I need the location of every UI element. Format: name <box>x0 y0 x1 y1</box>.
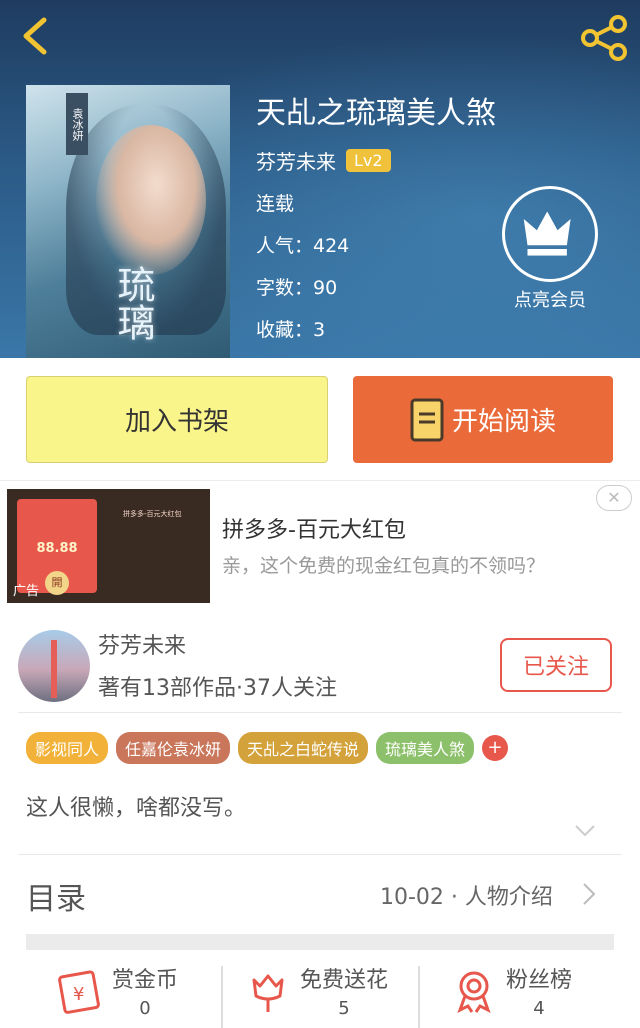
reward-label: 赏金币 <box>112 968 179 993</box>
follow-label: 已关注 <box>522 655 589 680</box>
cover-portrait <box>96 125 206 275</box>
flower-label: 免费送花 <box>300 968 389 993</box>
divider <box>18 854 622 855</box>
divider <box>418 966 420 1028</box>
ad-banner[interactable]: 88.88 開 拼多多-百元大红包 广告 <box>0 480 640 618</box>
tag-pill[interactable]: 琉璃美人煞 <box>376 732 475 764</box>
toc-latest-chapter[interactable]: 10-02 · 人物介绍 <box>380 879 553 911</box>
fans-label: 粉丝榜 <box>506 968 573 993</box>
follow-button[interactable]: 已关注 <box>500 638 612 692</box>
book-author[interactable]: 芬芳未来 <box>256 146 336 175</box>
ad-title[interactable]: 拼多多-百元大红包 <box>222 512 406 544</box>
start-reading-label: 开始阅读 <box>451 407 556 437</box>
book-header: 袁冰妍 琉璃 天乩之琉璃美人煞 芬芳未来 Lv2 连载 人气：424 字数：90… <box>0 0 640 358</box>
add-tag-button[interactable]: + <box>482 735 509 761</box>
book-info: 天乩之琉璃美人煞 芬芳未来 Lv2 连载 人气：424 字数：90 收藏：3 <box>256 92 496 351</box>
ad-close-icon[interactable]: ✕ <box>596 485 632 511</box>
back-icon[interactable] <box>14 14 58 58</box>
ad-mini-text: 拼多多-百元大红包 <box>123 510 182 518</box>
toc-title[interactable]: 目录 <box>26 874 86 918</box>
book-status: 连载 <box>256 193 295 215</box>
ad-open-badge: 開 <box>45 571 69 595</box>
book-cover[interactable]: 袁冰妍 琉璃 <box>26 85 230 358</box>
avatar-tower <box>51 640 57 698</box>
start-reading-button[interactable]: 开始阅读 <box>353 376 613 463</box>
cover-tag: 袁冰妍 <box>66 93 88 155</box>
vip-button[interactable]: 点亮会员 <box>500 186 600 312</box>
fans-rank-button[interactable]: 粉丝榜 4 <box>450 966 572 1022</box>
tag-pill[interactable]: 影视同人 <box>26 732 109 764</box>
divider <box>221 966 223 1028</box>
author-stats: 著有13部作品·37人关注 <box>98 676 337 701</box>
ad-red-envelope: 88.88 開 <box>17 499 97 595</box>
svg-text:¥: ¥ <box>73 984 84 1005</box>
red-envelope-icon: ¥ <box>58 970 100 1014</box>
reward-coins-button[interactable]: ¥ 赏金币 0 <box>56 966 178 1022</box>
book-icon <box>410 398 444 441</box>
tag-pill[interactable]: 天乩之白蛇传说 <box>238 732 369 764</box>
avatar[interactable] <box>18 630 90 702</box>
ad-description: 亲，这个免费的现金红包真的不领吗？ <box>222 555 546 577</box>
author-name[interactable]: 芬芳未来 <box>98 628 186 660</box>
author-row: 芬芳未来 Lv2 <box>256 146 496 175</box>
tag-list: 影视同人 任嘉伦袁冰妍 天乩之白蛇传说 琉璃美人煞 + <box>26 732 509 764</box>
add-to-shelf-button[interactable]: 加入书架 <box>26 376 328 463</box>
flower-value: 5 <box>338 998 350 1019</box>
divider <box>18 712 622 713</box>
action-bar: 加入书架 开始阅读 <box>0 358 640 480</box>
flower-icon <box>252 974 284 1012</box>
chevron-right-icon[interactable] <box>582 882 596 906</box>
book-title: 天乩之琉璃美人煞 <box>256 96 496 131</box>
add-to-shelf-label: 加入书架 <box>124 407 229 437</box>
crown-icon <box>502 186 598 282</box>
send-flower-button[interactable]: 免费送花 5 <box>244 966 388 1022</box>
tag-pill[interactable]: 任嘉伦袁冰妍 <box>116 732 231 764</box>
author-bio: 这人很懒，啥都没写。 <box>26 796 247 821</box>
fans-value: 4 <box>533 998 545 1019</box>
vip-label: 点亮会员 <box>514 290 586 311</box>
chevron-down-icon[interactable] <box>574 824 596 838</box>
ad-image: 88.88 開 拼多多-百元大红包 广告 <box>7 489 210 603</box>
book-word-count: 字数：90 <box>256 277 338 299</box>
ad-mark: 广告 <box>13 584 40 599</box>
ad-amount: 88.88 <box>36 541 78 556</box>
bottom-actions: ¥ 赏金币 0 免费送花 5 粉丝榜 4 <box>0 966 640 1028</box>
share-icon[interactable] <box>578 14 630 62</box>
author-card: 芬芳未来 著有13部作品·37人关注 已关注 影视同人 任嘉伦袁冰妍 天乩之白蛇… <box>0 618 640 1028</box>
medal-icon <box>457 971 491 1014</box>
book-favorites: 收藏：3 <box>256 319 326 341</box>
reward-value: 0 <box>139 998 151 1019</box>
cover-title: 琉璃 <box>111 265 155 341</box>
level-badge: Lv2 <box>346 149 391 172</box>
section-separator <box>26 934 614 950</box>
book-popularity: 人气：424 <box>256 235 350 257</box>
